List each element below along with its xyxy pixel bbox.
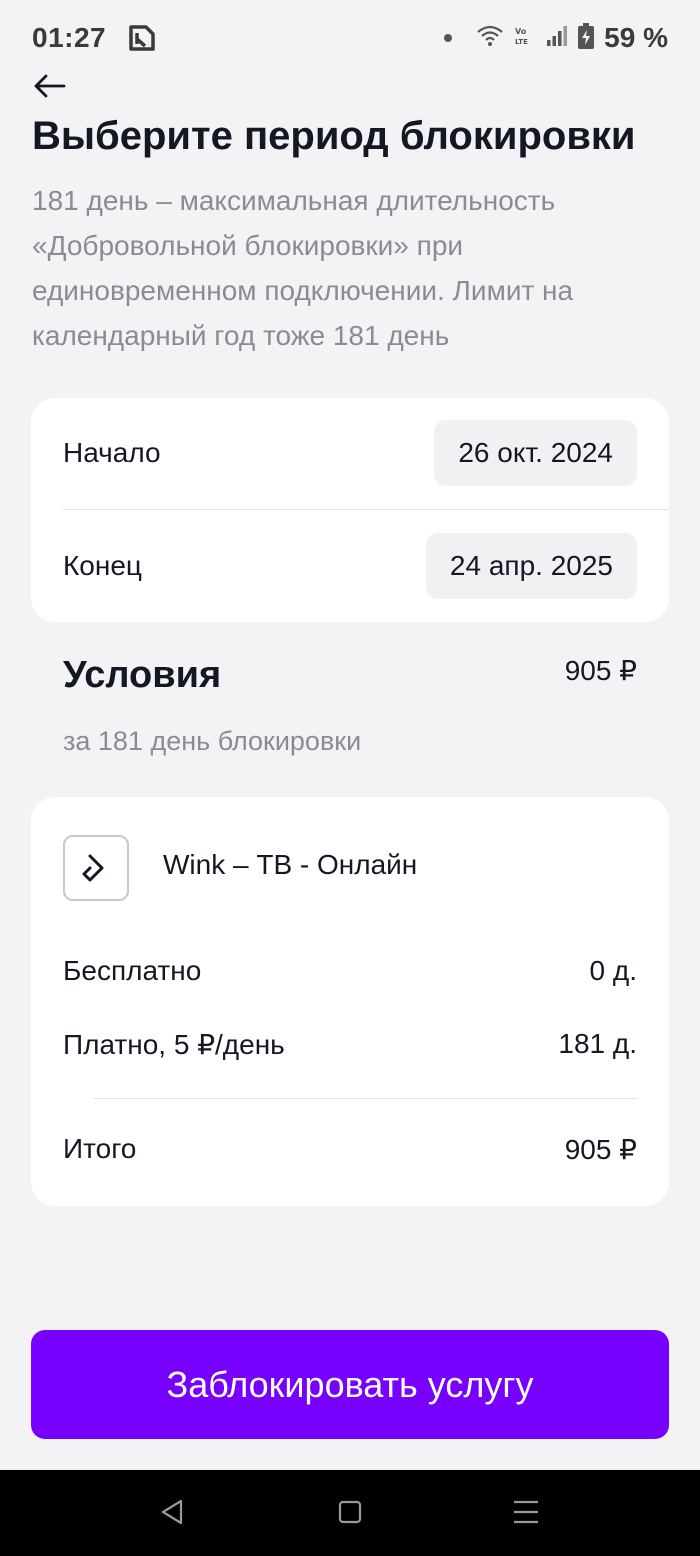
svg-text:Vo: Vo	[515, 27, 527, 36]
dot-icon	[444, 34, 453, 42]
conditions-price: 905 ₽	[564, 655, 637, 686]
end-date-row: Конец 24 апр. 2025	[63, 533, 637, 599]
triangle-back-icon	[159, 1498, 185, 1531]
volte-icon: Vo LTE	[514, 25, 536, 52]
back-button[interactable]	[32, 68, 76, 108]
arrow-left-icon	[32, 73, 66, 104]
nav-back-button[interactable]	[154, 1496, 190, 1532]
conditions-subtitle: за 181 день блокировки	[63, 726, 362, 756]
end-date-label: Конец	[63, 550, 142, 581]
total-value: 905 ₽	[564, 1134, 637, 1165]
nav-home-button[interactable]	[332, 1496, 368, 1532]
total-label: Итого	[63, 1133, 137, 1164]
start-date-label: Начало	[63, 437, 161, 468]
battery-percent: 59 %	[604, 22, 668, 53]
divider	[93, 1098, 638, 1099]
page-description: 181 день – максимальная длительность «До…	[32, 185, 574, 351]
details-card: Wink – ТВ - Онлайн Бесплатно 0 д. Платно…	[31, 797, 669, 1206]
status-icons: Vo LTE 59 %	[444, 22, 668, 54]
wifi-icon	[476, 25, 504, 52]
paid-days-value: 181 д.	[558, 1028, 637, 1059]
nav-recent-button[interactable]	[508, 1496, 544, 1532]
square-home-icon	[337, 1499, 363, 1530]
conditions-title: Условия	[63, 654, 222, 696]
service-name: Wink – ТВ - Онлайн	[163, 849, 418, 880]
paid-days-label: Платно, 5 ₽/день	[63, 1029, 285, 1060]
menu-lines-icon	[512, 1499, 540, 1530]
divider	[63, 509, 669, 510]
start-date-picker[interactable]: 26 окт. 2024	[434, 420, 637, 486]
svg-text:LTE: LTE	[515, 38, 528, 46]
free-days-label: Бесплатно	[63, 955, 202, 986]
system-nav-bar	[0, 1470, 700, 1556]
dates-card: Начало 26 окт. 2024 Конец 24 апр. 2025	[31, 398, 669, 622]
app-k-logo-icon	[128, 24, 156, 52]
free-days-value: 0 д.	[589, 955, 637, 986]
total-row: Итого 905 ₽	[63, 1133, 637, 1166]
free-days-row: Бесплатно 0 д.	[63, 955, 637, 987]
end-date-picker[interactable]: 24 апр. 2025	[425, 533, 637, 599]
battery-charging-icon	[578, 22, 595, 54]
block-service-button[interactable]: Заблокировать услугу	[31, 1330, 669, 1439]
start-date-row: Начало 26 окт. 2024	[63, 420, 637, 486]
wink-service-icon	[63, 835, 129, 901]
paid-days-row: Платно, 5 ₽/день 181 д.	[63, 1028, 637, 1061]
page-title: Выберите период блокировки	[32, 114, 636, 158]
status-time: 01:27	[32, 22, 107, 53]
signal-icon	[546, 25, 568, 52]
status-bar: 01:27 Vo LTE 59 %	[0, 0, 700, 80]
